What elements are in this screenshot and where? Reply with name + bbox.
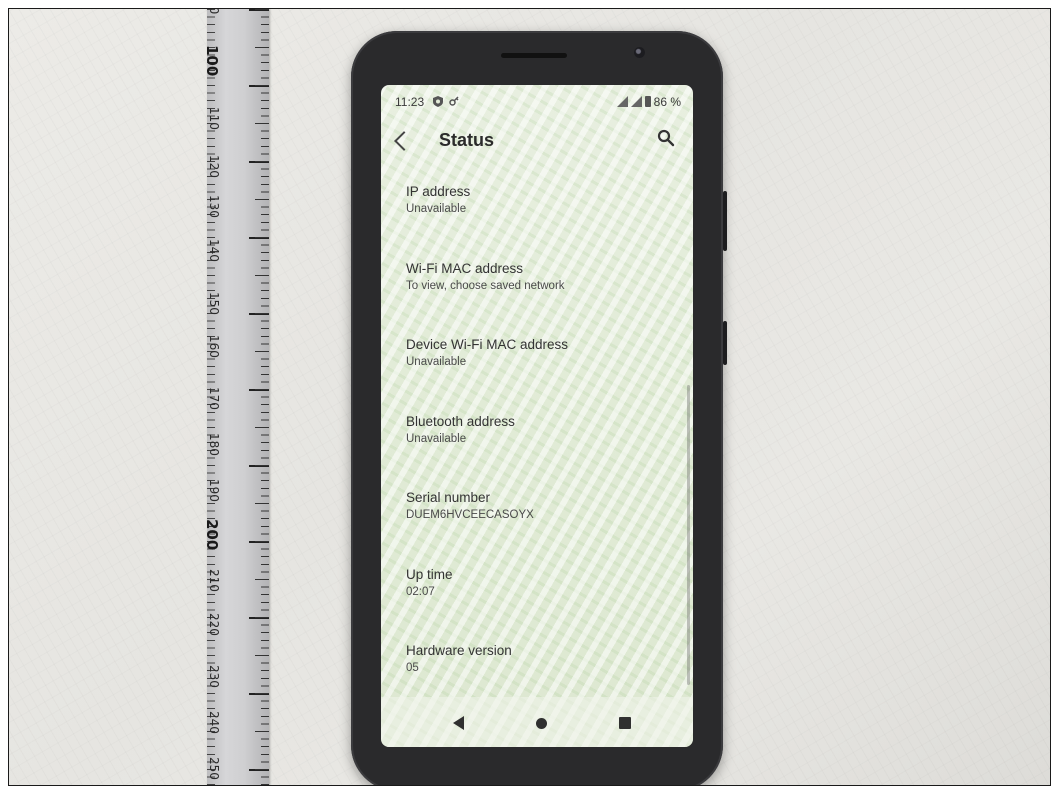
no-signal-icon <box>616 96 628 107</box>
front-camera <box>634 47 645 58</box>
ruler-label: 250 <box>207 757 221 780</box>
ruler-label: 240 <box>207 711 221 734</box>
ruler-label: 110 <box>207 107 221 130</box>
item-value: Unavailable <box>406 203 467 215</box>
ruler-label: 210 <box>207 569 221 592</box>
item-value: Unavailable <box>406 432 467 445</box>
ruler-label: 160 <box>207 335 221 358</box>
recents-square-icon[interactable] <box>619 717 631 729</box>
list-item-up-time[interactable]: Up time 02:07 <box>406 566 683 643</box>
key-icon <box>449 96 459 109</box>
status-right: 86 % <box>616 95 681 109</box>
status-bar: 11:23 86 % <box>395 95 681 111</box>
ruler-label: 190 <box>207 479 221 502</box>
status-time: 11:23 <box>395 95 425 109</box>
back-triangle-icon[interactable] <box>453 716 464 730</box>
nav-bar <box>381 697 693 747</box>
ruler-label: 140 <box>207 239 221 262</box>
item-value: 02:07 <box>406 585 435 598</box>
list-item-serial-number[interactable]: Serial number DUEM6HVCEECASOYX <box>406 489 683 566</box>
ruler-label: 130 <box>207 195 221 218</box>
item-value: Unavailable <box>406 356 467 368</box>
item-label: Device Wi-Fi MAC address <box>406 337 569 352</box>
power-button <box>723 321 727 365</box>
app-toolbar: Status <box>381 127 693 161</box>
battery-icon <box>644 96 651 107</box>
item-label: IP address <box>406 184 471 199</box>
earpiece-speaker <box>501 53 567 58</box>
ruler-label: 180 <box>207 433 221 456</box>
list-item-wifi-mac[interactable]: Wi-Fi MAC address To view, choose saved … <box>406 260 683 337</box>
ruler-label: 170 <box>207 387 221 410</box>
ruler-label: 220 <box>207 613 221 636</box>
ruler-label: 150 <box>207 292 221 315</box>
ruler-label: 200 <box>207 519 221 551</box>
list-item-bluetooth-address[interactable]: Bluetooth address Unavailable <box>406 413 683 490</box>
phone-screen: 11:23 86 % Status IP address Unavailable… <box>381 85 693 747</box>
item-label: Serial number <box>406 490 491 505</box>
ruler-label: 90 <box>207 9 221 14</box>
phone: 11:23 86 % Status IP address Unavailable… <box>351 31 727 785</box>
ruler-label: 100 <box>207 45 221 77</box>
scrollbar[interactable] <box>687 385 690 685</box>
item-label: Wi-Fi MAC address <box>406 260 524 276</box>
ruler-label: 230 <box>207 665 221 688</box>
shield-icon <box>433 96 443 110</box>
page-title: Status <box>439 130 495 150</box>
photo-background: 90 100 110 120 130 140 150 160 170 180 1… <box>8 8 1051 786</box>
no-sim-icon <box>630 96 642 107</box>
item-value: DUEM6HVCEECASOYX <box>406 509 534 521</box>
search-icon[interactable] <box>657 129 675 147</box>
home-circle-icon[interactable] <box>536 718 547 729</box>
battery-percent: 86 % <box>653 95 681 109</box>
ruler-ticks-right <box>249 9 269 785</box>
item-label: Up time <box>406 566 453 582</box>
ruler: 90 100 110 120 130 140 150 160 170 180 1… <box>207 9 269 785</box>
ruler-label: 120 <box>207 155 221 178</box>
chevron-left-icon[interactable] <box>394 131 414 151</box>
list-item-ip-address[interactable]: IP address Unavailable <box>406 183 683 260</box>
item-value: To view, choose saved network <box>406 279 565 292</box>
volume-button <box>723 191 727 251</box>
list-item-device-wifi-mac[interactable]: Device Wi-Fi MAC address Unavailable <box>406 336 683 413</box>
item-label: Hardware version <box>406 643 512 658</box>
item-value: 05 <box>406 662 419 674</box>
item-label: Bluetooth address <box>406 413 515 429</box>
status-list: IP address Unavailable Wi-Fi MAC address… <box>406 183 683 719</box>
